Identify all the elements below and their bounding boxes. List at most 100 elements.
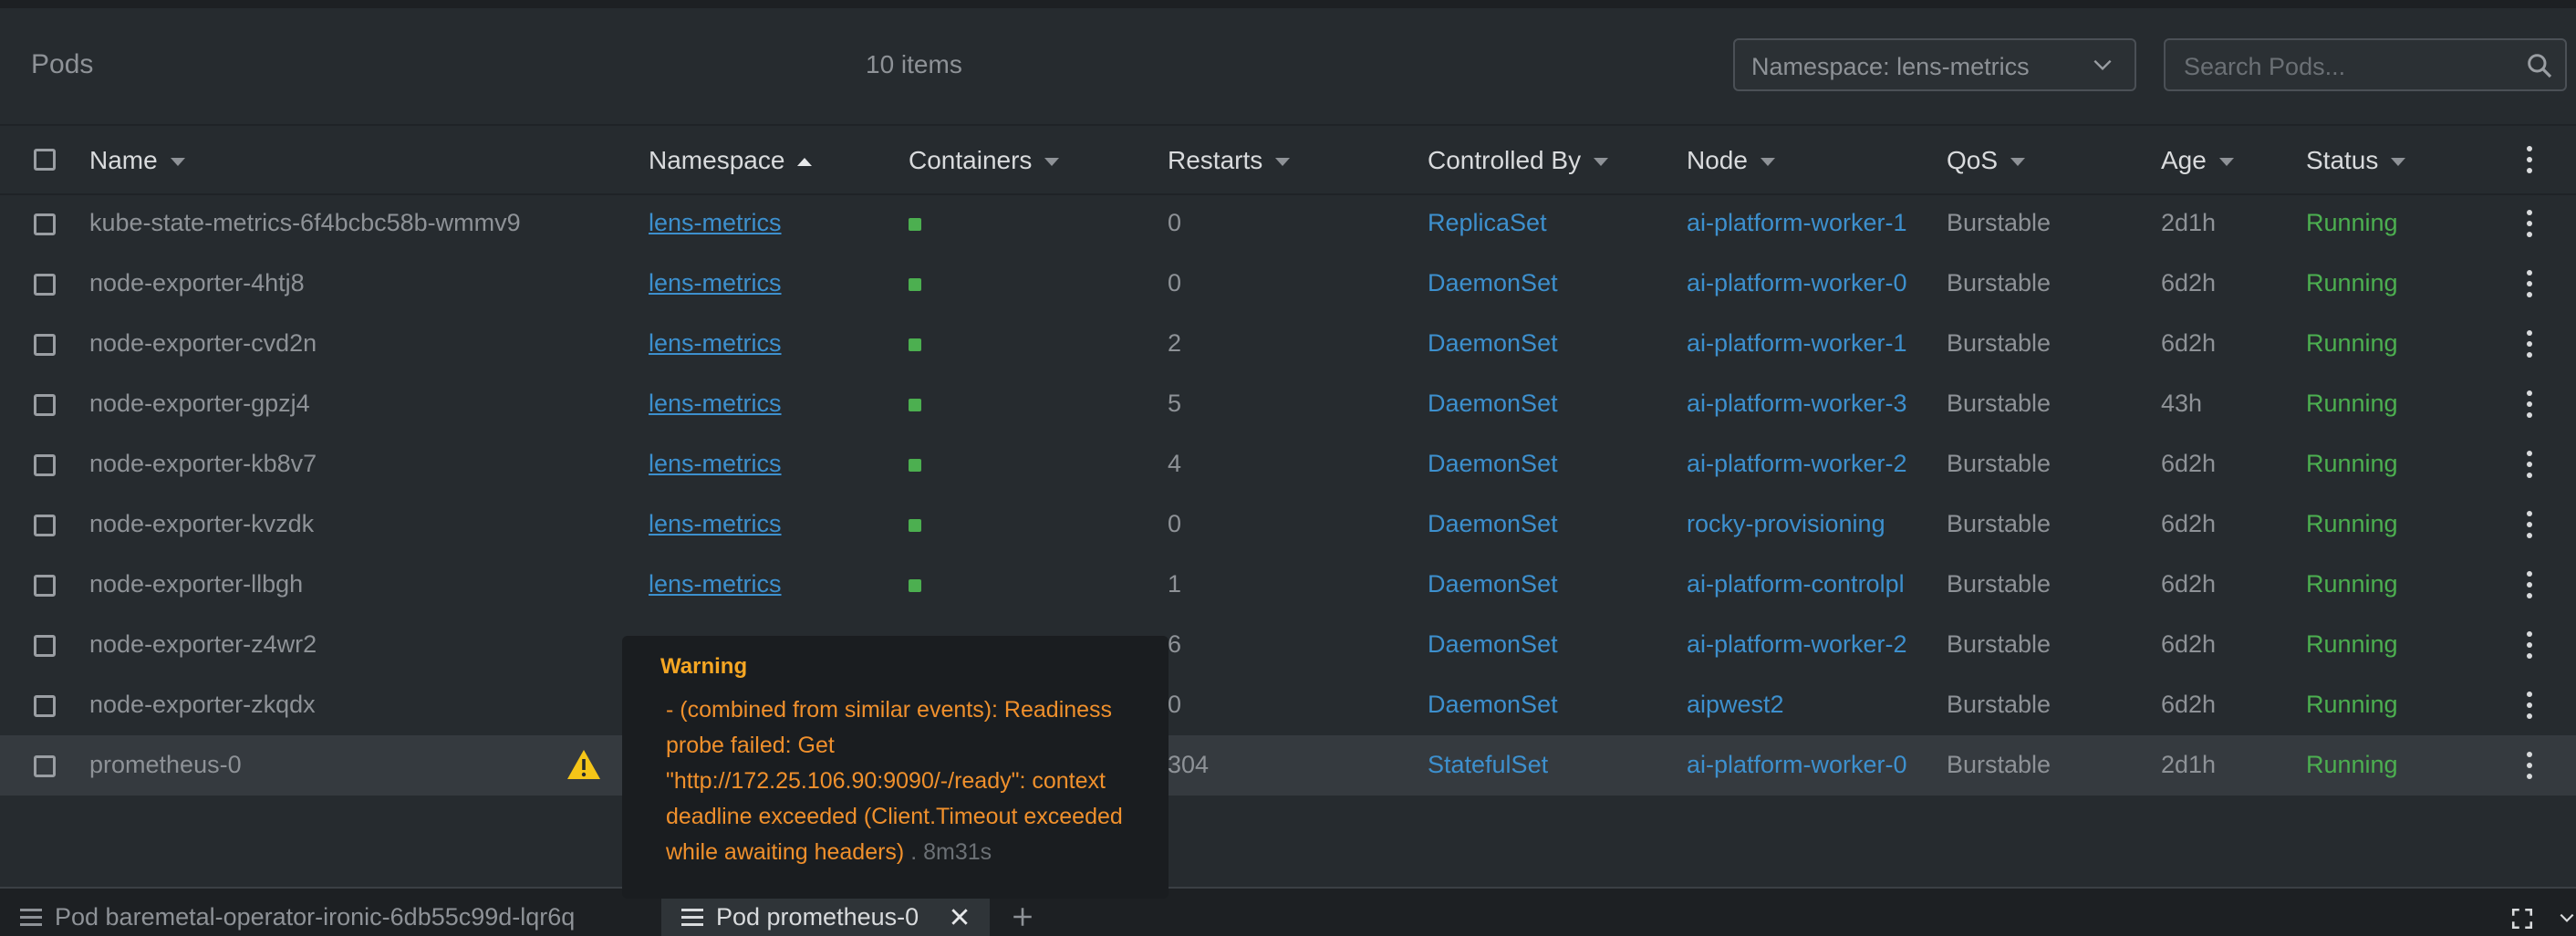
select-all-checkbox[interactable] xyxy=(34,149,56,171)
search-icon[interactable] xyxy=(2525,51,2554,80)
pod-name[interactable]: node-exporter-kvzdk xyxy=(89,510,314,538)
chevron-down-icon[interactable] xyxy=(2558,909,2576,927)
controlled-by-link[interactable]: DaemonSet xyxy=(1428,269,1558,297)
namespace-link[interactable]: lens-metrics xyxy=(649,510,782,538)
sort-icon xyxy=(170,158,185,167)
row-menu-icon[interactable] xyxy=(2523,390,2536,420)
row-menu-icon[interactable] xyxy=(2523,330,2536,359)
controlled-by-link[interactable]: ReplicaSet xyxy=(1428,209,1547,237)
pod-name[interactable]: node-exporter-4htj8 xyxy=(89,269,305,297)
column-menu-icon[interactable] xyxy=(2523,146,2536,175)
qos-value: Burstable xyxy=(1947,390,2051,417)
table-row[interactable]: node-exporter-kvzdk lens-metrics 0 DaemonSe… xyxy=(0,494,2576,555)
column-header-status[interactable]: Status xyxy=(2306,146,2406,175)
row-checkbox[interactable] xyxy=(34,394,56,416)
namespace-link[interactable]: lens-metrics xyxy=(649,390,782,418)
table-row[interactable]: node-exporter-gpzj4 lens-metrics 5 DaemonSe… xyxy=(0,374,2576,434)
row-checkbox[interactable] xyxy=(34,575,56,597)
node-link[interactable]: ai-platform-worker-3 xyxy=(1687,390,1919,418)
chevron-down-icon xyxy=(2093,59,2112,71)
node-link[interactable]: rocky-provisioning xyxy=(1687,510,1919,538)
table-row[interactable]: node-exporter-cvd2n lens-metrics 2 DaemonSe… xyxy=(0,314,2576,374)
pod-name[interactable]: node-exporter-zkqdx xyxy=(89,691,316,719)
pod-name[interactable]: node-exporter-cvd2n xyxy=(89,329,317,358)
logs-icon xyxy=(681,909,703,927)
controlled-by-link[interactable]: DaemonSet xyxy=(1428,630,1558,659)
row-menu-icon[interactable] xyxy=(2523,511,2536,540)
search-pods-input[interactable]: Search Pods... xyxy=(2164,38,2567,91)
row-menu-icon[interactable] xyxy=(2523,270,2536,299)
namespace-select[interactable]: Namespace: lens-metrics xyxy=(1733,38,2136,91)
column-header-age[interactable]: Age xyxy=(2161,146,2234,175)
controlled-by-link[interactable]: DaemonSet xyxy=(1428,691,1558,719)
controlled-by-link[interactable]: StatefulSet xyxy=(1428,751,1548,779)
row-menu-icon[interactable] xyxy=(2523,631,2536,660)
node-link[interactable]: aipwest2 xyxy=(1687,691,1919,719)
pod-name[interactable]: node-exporter-kb8v7 xyxy=(89,450,317,478)
table-row[interactable]: kube-state-metrics-6f4bcbc58b-wmmv9 lens-… xyxy=(0,193,2576,254)
node-link[interactable]: ai-platform-worker-2 xyxy=(1687,630,1919,659)
namespace-link[interactable]: lens-metrics xyxy=(649,450,782,478)
restarts-value: 4 xyxy=(1168,450,1182,477)
node-link[interactable]: ai-platform-controlpl xyxy=(1687,570,1919,598)
column-header-node[interactable]: Node xyxy=(1687,146,1775,175)
pod-name[interactable]: kube-state-metrics-6f4bcbc58b-wmmv9 xyxy=(89,209,521,237)
controlled-by-link[interactable]: DaemonSet xyxy=(1428,329,1558,358)
table-row[interactable]: prometheus-0 304 StatefulSet ai-platform-wo… xyxy=(0,735,2576,796)
controlled-by-link[interactable]: DaemonSet xyxy=(1428,570,1558,598)
namespace-link[interactable]: lens-metrics xyxy=(649,329,782,358)
column-header-qos[interactable]: QoS xyxy=(1947,146,2026,175)
row-checkbox[interactable] xyxy=(34,334,56,356)
table-row[interactable]: node-exporter-z4wr2 6 DaemonSet ai-platform… xyxy=(0,615,2576,675)
node-link[interactable]: ai-platform-worker-1 xyxy=(1687,209,1919,237)
column-header-controlled-by[interactable]: Controlled By xyxy=(1428,146,1609,175)
dock-tab-label: Pod prometheus-0 xyxy=(716,903,919,931)
controlled-by-link[interactable]: DaemonSet xyxy=(1428,450,1558,478)
row-menu-icon[interactable] xyxy=(2523,692,2536,721)
pod-name[interactable]: node-exporter-z4wr2 xyxy=(89,630,317,659)
namespace-link[interactable]: lens-metrics xyxy=(649,209,782,237)
dock-tab-baremetal-logs[interactable]: Pod baremetal-operator-ironic-6db55c99d-… xyxy=(0,889,639,936)
row-menu-icon[interactable] xyxy=(2523,752,2536,781)
qos-value: Burstable xyxy=(1947,450,2051,477)
column-label-namespace: Namespace xyxy=(649,146,785,174)
row-checkbox[interactable] xyxy=(34,755,56,777)
column-header-restarts[interactable]: Restarts xyxy=(1168,146,1291,175)
pod-name[interactable]: node-exporter-gpzj4 xyxy=(89,390,310,418)
row-checkbox[interactable] xyxy=(34,454,56,476)
row-checkbox[interactable] xyxy=(34,274,56,296)
container-status-icon xyxy=(909,338,921,351)
column-header-name[interactable]: Name xyxy=(89,146,185,175)
row-menu-icon[interactable] xyxy=(2523,571,2536,600)
row-menu-icon[interactable] xyxy=(2523,210,2536,239)
namespace-link[interactable]: lens-metrics xyxy=(649,269,782,297)
node-link[interactable]: ai-platform-worker-2 xyxy=(1687,450,1919,478)
pod-name[interactable]: prometheus-0 xyxy=(89,751,242,779)
tooltip-age: . 8m31s xyxy=(904,839,992,865)
close-icon[interactable] xyxy=(950,907,970,927)
row-checkbox[interactable] xyxy=(34,635,56,657)
node-link[interactable]: ai-platform-worker-1 xyxy=(1687,329,1919,358)
row-checkbox[interactable] xyxy=(34,515,56,536)
row-checkbox[interactable] xyxy=(34,213,56,235)
table-row[interactable]: node-exporter-zkqdx 0 DaemonSet aipwest2 Bur… xyxy=(0,675,2576,735)
controlled-by-link[interactable]: DaemonSet xyxy=(1428,390,1558,418)
restarts-value: 304 xyxy=(1168,751,1210,778)
row-menu-icon[interactable] xyxy=(2523,451,2536,480)
container-status-icon xyxy=(909,278,921,291)
status-value: Running xyxy=(2306,630,2398,658)
pod-name[interactable]: node-exporter-llbgh xyxy=(89,570,303,598)
controlled-by-link[interactable]: DaemonSet xyxy=(1428,510,1558,538)
warning-icon[interactable] xyxy=(566,748,602,781)
node-link[interactable]: ai-platform-worker-0 xyxy=(1687,269,1919,297)
node-link[interactable]: ai-platform-worker-0 xyxy=(1687,751,1919,779)
table-row[interactable]: node-exporter-llbgh lens-metrics 1 DaemonSe… xyxy=(0,555,2576,615)
namespace-link[interactable]: lens-metrics xyxy=(649,570,782,598)
table-row[interactable]: node-exporter-4htj8 lens-metrics 0 DaemonSe… xyxy=(0,254,2576,314)
row-checkbox[interactable] xyxy=(34,695,56,717)
fullscreen-icon[interactable] xyxy=(2510,907,2534,931)
add-tab-icon[interactable] xyxy=(1011,905,1034,929)
table-row[interactable]: node-exporter-kb8v7 lens-metrics 4 DaemonSe… xyxy=(0,434,2576,494)
column-header-namespace[interactable]: Namespace xyxy=(649,146,813,175)
column-header-containers[interactable]: Containers xyxy=(909,146,1060,175)
